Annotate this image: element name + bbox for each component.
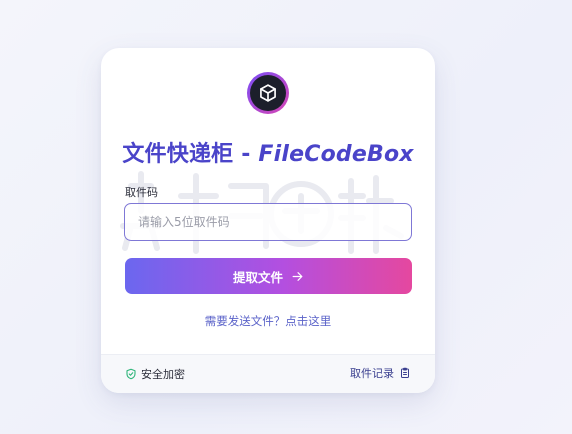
secure-indicator: 安全加密: [125, 366, 185, 382]
code-input[interactable]: [124, 203, 412, 241]
shield-check-icon: [125, 368, 137, 380]
app-logo: [247, 72, 289, 114]
secure-label: 安全加密: [141, 368, 185, 381]
retrieve-card: 文件快递柜 - FileCodeBox 取件码 提取文件 需要发送文件？点击这里…: [101, 48, 435, 393]
card-footer: 安全加密 取件记录: [101, 354, 435, 393]
records-label: 取件记录: [350, 367, 394, 380]
arrow-right-icon: [291, 270, 304, 283]
title-en: FileCodeBox: [258, 142, 414, 167]
send-file-link[interactable]: 需要发送文件？点击这里: [101, 313, 435, 329]
records-link[interactable]: 取件记录: [350, 365, 411, 381]
title-cn: 文件快递柜: [122, 142, 234, 167]
title-separator: -: [233, 142, 259, 167]
code-label: 取件码: [125, 186, 158, 199]
box-logo-icon: [250, 75, 286, 111]
submit-label: 提取文件: [232, 269, 283, 285]
clipboard-icon: [399, 367, 411, 379]
submit-button[interactable]: 提取文件: [125, 258, 412, 294]
page-title: 文件快递柜 - FileCodeBox: [101, 136, 435, 168]
